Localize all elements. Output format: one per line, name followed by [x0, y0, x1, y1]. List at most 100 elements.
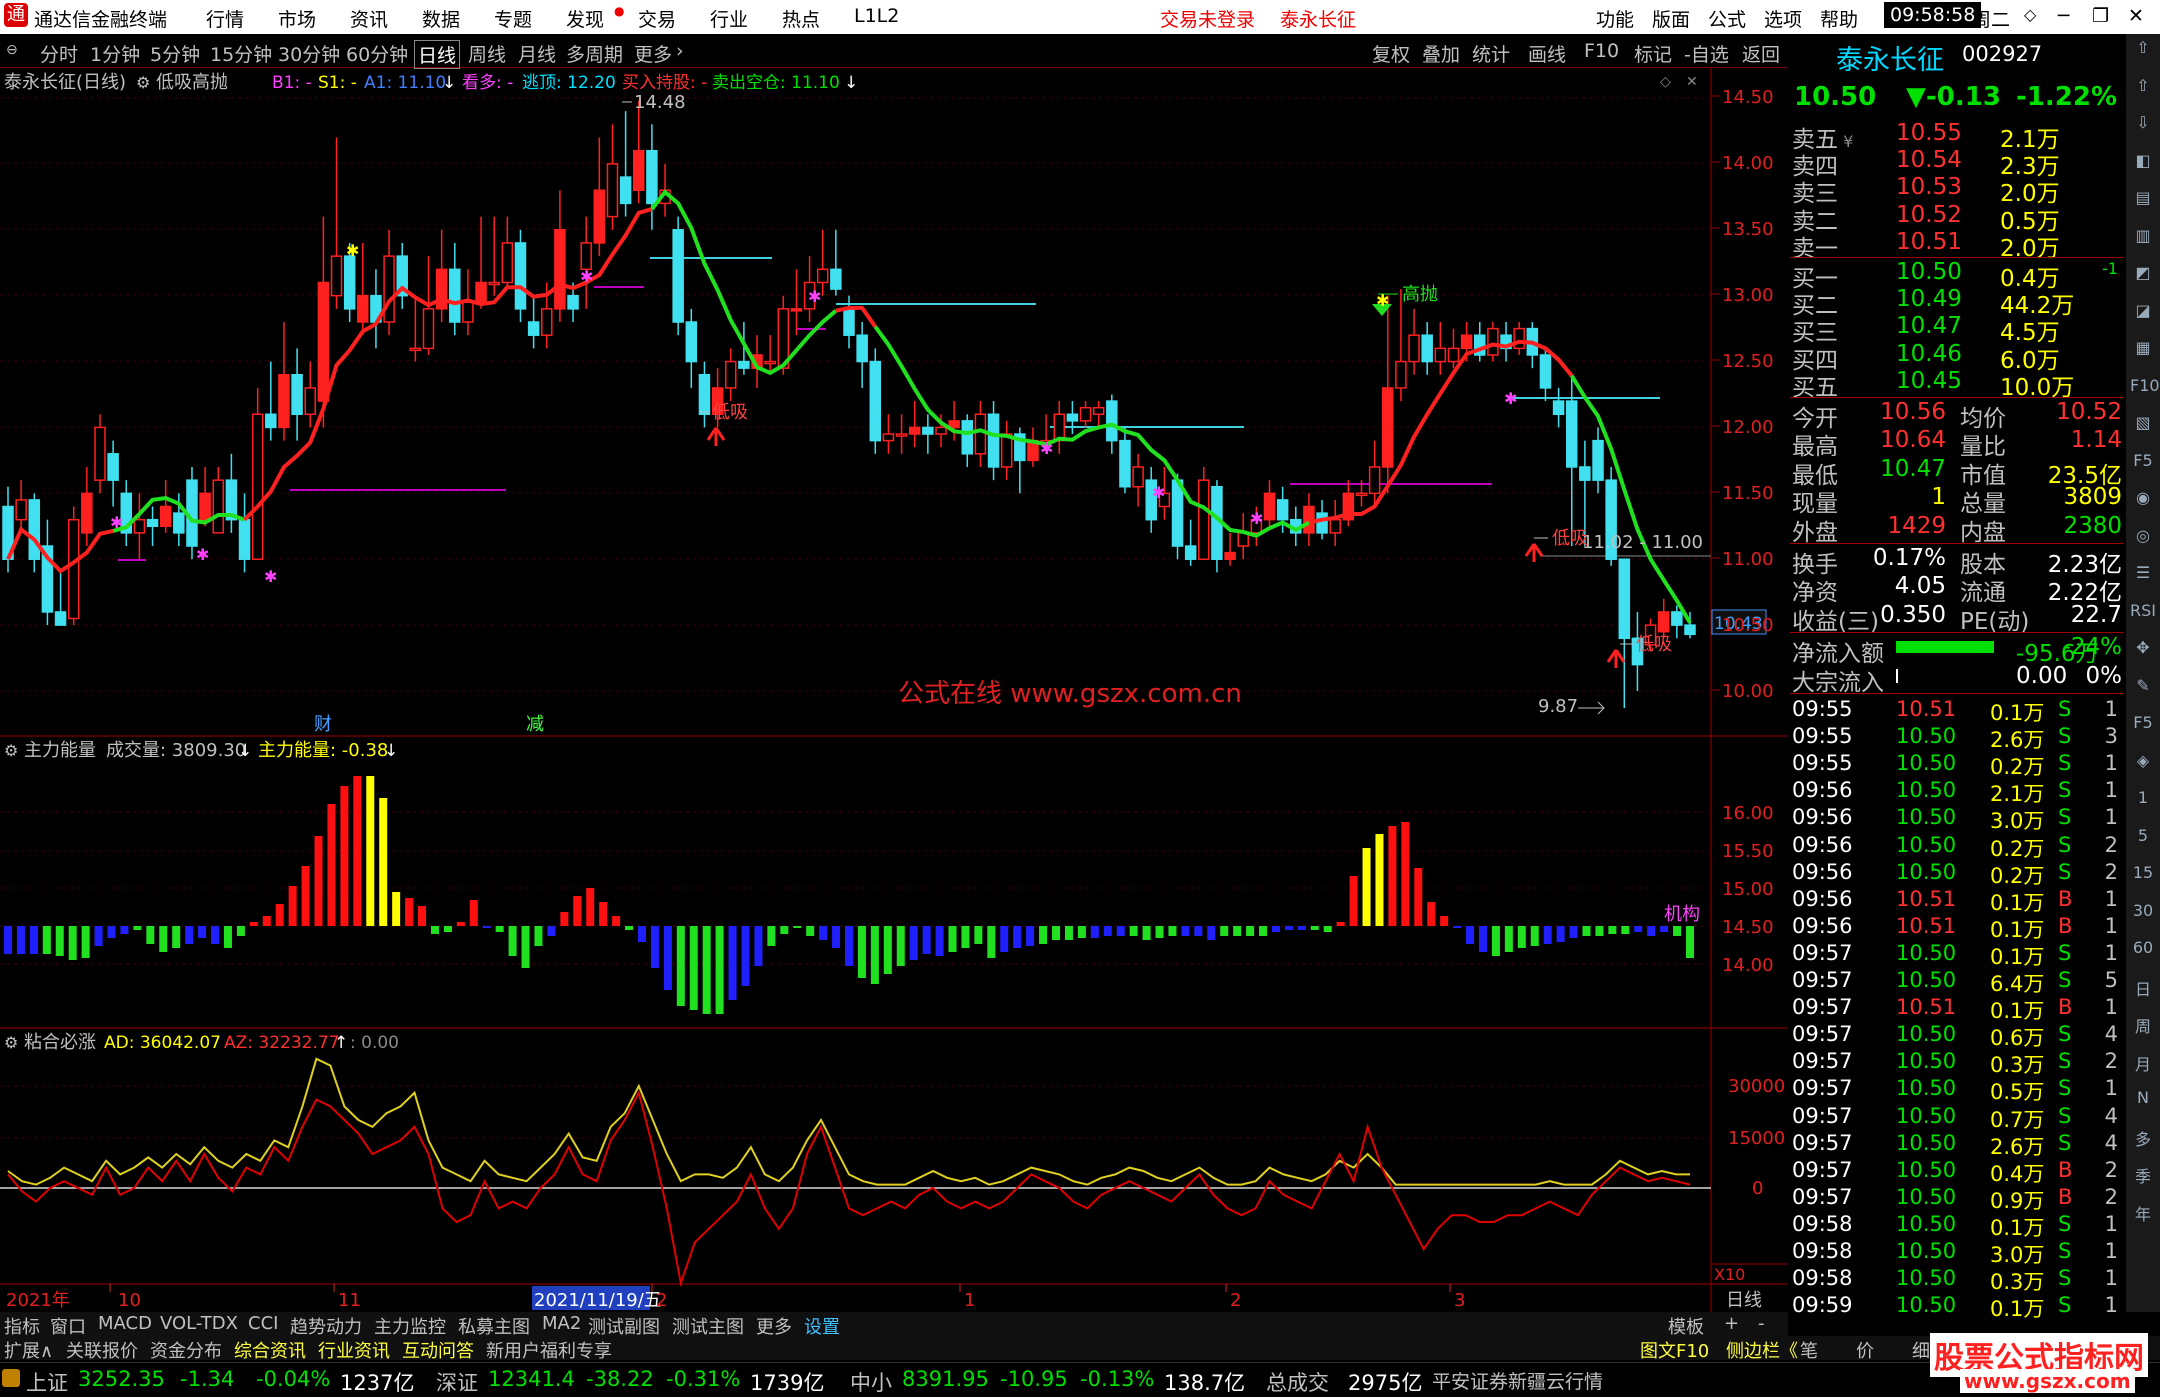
tf-month[interactable]: 月线	[518, 40, 556, 67]
close-icon[interactable]: ✕	[2128, 5, 2144, 27]
collapse-icon[interactable]: ⊖	[6, 42, 18, 58]
tool-fanhui[interactable]: 返回	[1742, 40, 1780, 67]
tab-xi[interactable]: 细	[1912, 1337, 1930, 1363]
tab-ma2[interactable]: MA2	[542, 1313, 581, 1334]
zoom-in-button[interactable]: +	[1724, 1313, 1739, 1334]
side-tool-icon[interactable]: ◈	[2130, 751, 2156, 777]
minimize-icon[interactable]: ─	[2058, 5, 2069, 27]
diamond-icon[interactable]: ◇	[1660, 74, 1671, 90]
formula-name[interactable]: 低吸高抛	[156, 72, 228, 93]
market-icon[interactable]	[2, 1369, 20, 1387]
tf-5min[interactable]: 5分钟	[150, 40, 200, 67]
tab-bi[interactable]: 笔	[1800, 1337, 1818, 1363]
tf-multi[interactable]: 多周期	[566, 40, 623, 67]
side-tool-icon[interactable]: 季	[2130, 1163, 2156, 1189]
tf-1min[interactable]: 1分钟	[90, 40, 140, 67]
chart-area[interactable]: 公式在线 www.gszx.com.cn 14.48 9.87 11.02 - …	[0, 68, 1788, 1312]
menu-hangye[interactable]: 行业	[710, 5, 748, 32]
chevron-right-icon[interactable]: ›	[676, 40, 684, 62]
side-tool-icon[interactable]: ◪	[2130, 301, 2156, 327]
menu-shuju[interactable]: 数据	[422, 5, 460, 32]
side-tool-icon[interactable]: F10	[2130, 376, 2160, 402]
tab-cci[interactable]: CCI	[248, 1313, 278, 1334]
side-tool-icon[interactable]: ◉	[2130, 488, 2156, 514]
menu-gongshi[interactable]: 公式	[1708, 5, 1746, 32]
link-cebianlan[interactable]: 侧边栏《	[1726, 1337, 1798, 1363]
settings-icon[interactable]: ⚙	[4, 1033, 18, 1052]
side-tool-icon[interactable]: 周	[2130, 1013, 2156, 1039]
side-tool-icon[interactable]: ✥	[2130, 638, 2156, 664]
side-tool-icon[interactable]: ◎	[2130, 526, 2156, 552]
tf-30min[interactable]: 30分钟	[278, 40, 340, 67]
sz-name[interactable]: 深证	[436, 1367, 478, 1397]
tool-f10[interactable]: F10	[1584, 40, 1619, 62]
side-tool-icon[interactable]: 日	[2130, 976, 2156, 1002]
kline-chart-svg[interactable]: 公式在线 www.gszx.com.cn 14.48 9.87 11.02 - …	[0, 68, 1788, 1312]
side-tool-icon[interactable]: 1	[2130, 788, 2156, 814]
link-kuozhan[interactable]: 扩展∧	[4, 1337, 53, 1363]
link-zonghezixun[interactable]: 综合资讯	[234, 1337, 306, 1363]
pin-icon[interactable]: ◇	[2024, 5, 2036, 24]
side-tool-icon[interactable]: 月	[2130, 1051, 2156, 1077]
side-tool-icon[interactable]: ✎	[2130, 676, 2156, 702]
side-tool-icon[interactable]: ▤	[2130, 188, 2156, 214]
sub2-title[interactable]: 粘合必涨	[24, 1032, 96, 1053]
side-tool-icon[interactable]: RSI	[2130, 601, 2156, 627]
link-guanlianbaojia[interactable]: 关联报价	[66, 1337, 138, 1363]
tool-fuquan[interactable]: 复权	[1372, 40, 1410, 67]
menu-zixun[interactable]: 资讯	[350, 5, 388, 32]
tab-vol-tdx[interactable]: VOL-TDX	[160, 1313, 238, 1334]
menu-l1l2[interactable]: L1L2	[854, 5, 899, 27]
menu-bangzhu[interactable]: 帮助	[1820, 5, 1858, 32]
link-hudongwenda[interactable]: 互动问答	[402, 1337, 474, 1363]
settings-icon[interactable]: ⚙	[4, 741, 18, 760]
link-xinyonghu[interactable]: 新用户福利专享	[486, 1337, 612, 1363]
menu-xuanxiang[interactable]: 选项	[1764, 5, 1802, 32]
menu-zhuanti[interactable]: 专题	[494, 5, 532, 32]
side-tool-icon[interactable]: ⇩	[2130, 113, 2156, 139]
side-tool-icon[interactable]: 5	[2130, 826, 2156, 852]
tool-zixuan[interactable]: -自选	[1684, 40, 1729, 67]
side-tool-icon[interactable]: N	[2130, 1088, 2156, 1114]
side-tool-icon[interactable]: ▧	[2130, 413, 2156, 439]
side-tool-icon[interactable]: F5	[2130, 451, 2156, 477]
link-zijinfenbu[interactable]: 资金分布	[150, 1337, 222, 1363]
settings-icon[interactable]: ⚙	[136, 73, 150, 92]
tf-60min[interactable]: 60分钟	[346, 40, 408, 67]
tool-huaxian[interactable]: 画线	[1528, 40, 1566, 67]
side-tool-icon[interactable]: ▦	[2130, 338, 2156, 364]
side-tool-icon[interactable]: ◩	[2130, 263, 2156, 289]
link-hangyezixun[interactable]: 行业资讯	[318, 1337, 390, 1363]
tab-macd[interactable]: MACD	[98, 1313, 152, 1334]
tf-15min[interactable]: 15分钟	[210, 40, 272, 67]
trade-status[interactable]: 交易未登录	[1160, 5, 1255, 32]
event-jian[interactable]: 减	[526, 714, 544, 735]
event-cai[interactable]: 财	[314, 714, 332, 735]
side-tool-icon[interactable]: ▥	[2130, 226, 2156, 252]
side-tool-icon[interactable]: ⇧	[2130, 38, 2156, 64]
tool-diejia[interactable]: 叠加	[1422, 40, 1460, 67]
menu-hangqing[interactable]: 行情	[206, 5, 244, 32]
zx-name[interactable]: 中小	[850, 1367, 892, 1397]
menu-shichang[interactable]: 市场	[278, 5, 316, 32]
side-tool-icon[interactable]: F5	[2130, 713, 2156, 739]
maximize-icon[interactable]: ❐	[2092, 5, 2109, 27]
side-tool-icon[interactable]: ◧	[2130, 151, 2156, 177]
side-tool-icon[interactable]: ⇧	[2130, 76, 2156, 102]
menu-faxian[interactable]: 发现	[566, 5, 604, 32]
tf-more[interactable]: 更多	[634, 40, 672, 67]
tab-jia[interactable]: 价	[1856, 1337, 1874, 1363]
sh-name[interactable]: 上证	[26, 1367, 68, 1397]
menu-gongneng[interactable]: 功能	[1596, 5, 1634, 32]
tf-fenshi[interactable]: 分时	[40, 40, 78, 67]
menu-jiaoyi[interactable]: 交易	[638, 5, 676, 32]
menu-banmian[interactable]: 版面	[1652, 5, 1690, 32]
side-tool-icon[interactable]: 15	[2130, 863, 2156, 889]
close-panel-icon[interactable]: ✕	[1686, 74, 1698, 90]
tool-biaoji[interactable]: 标记	[1634, 40, 1672, 67]
tf-day[interactable]: 日线	[414, 40, 461, 69]
side-tool-icon[interactable]: 60	[2130, 938, 2156, 964]
zoom-out-button[interactable]: -	[1758, 1313, 1765, 1334]
sub1-title[interactable]: 主力能量	[24, 740, 96, 761]
tool-tongji[interactable]: 统计	[1472, 40, 1510, 67]
